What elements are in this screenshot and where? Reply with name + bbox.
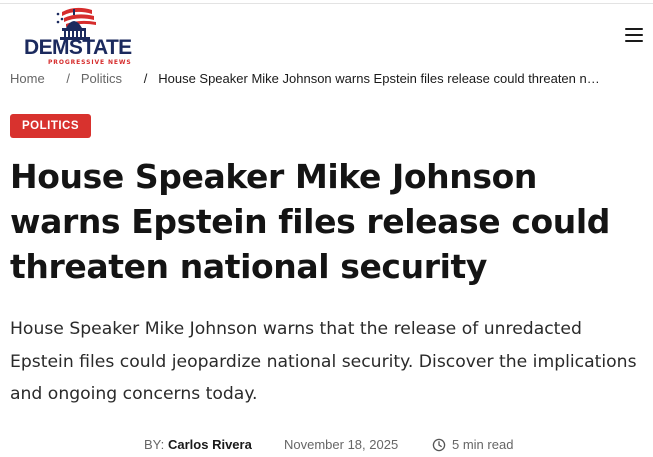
clock-icon (432, 438, 446, 452)
logo-tagline: PROGRESSIVE NEWS (48, 59, 132, 66)
logo-wordmark: DEMSTATE (24, 36, 132, 59)
category-badge[interactable]: POLITICS (10, 114, 92, 138)
hamburger-menu-icon[interactable] (623, 25, 645, 43)
byline-label: BY: (144, 437, 165, 452)
breadcrumb-separator: / (143, 71, 148, 86)
site-logo[interactable]: DEMSTATE PROGRESSIVE NEWS (24, 6, 136, 66)
author-link[interactable]: Carlos Rivera (168, 436, 252, 454)
breadcrumb-current-page: House Speaker Mike Johnson warns Epstein… (158, 71, 600, 86)
breadcrumb-separator: / (66, 71, 70, 86)
site-header: DEMSTATE PROGRESSIVE NEWS (0, 4, 653, 66)
breadcrumb: Home / Politics / House Speaker Mike Joh… (10, 70, 653, 88)
article-headline: House Speaker Mike Johnson warns Epstein… (10, 157, 610, 286)
capitol-flag-logo-icon (56, 7, 96, 40)
read-time: 5 min read (452, 437, 514, 452)
article-summary: House Speaker Mike Johnson warns that th… (10, 319, 637, 404)
publish-date: November 18, 2025 (284, 437, 399, 452)
breadcrumb-politics-link[interactable]: Politics (81, 71, 122, 86)
breadcrumb-home-link[interactable]: Home (10, 71, 45, 86)
